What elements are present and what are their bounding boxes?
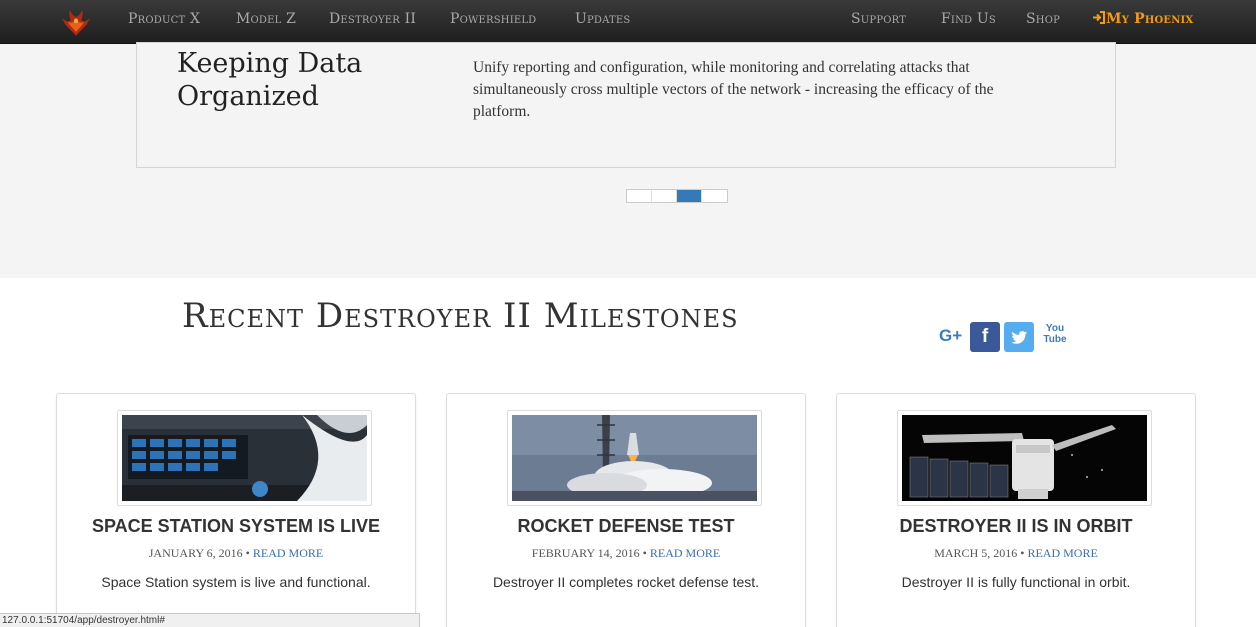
card-description: Destroyer II is fully functional in orbi…	[901, 574, 1131, 590]
nav-destroyer-ii[interactable]: Destroyer II	[329, 11, 416, 27]
space-station-interior-image[interactable]	[117, 410, 372, 506]
milestone-card-1: SPACE STATION SYSTEM IS LIVE JANUARY 6, …	[56, 393, 416, 627]
feature-slider-section: Keeping Data Organized Unify reporting a…	[0, 42, 1256, 278]
read-more-link[interactable]: READ MORE	[253, 546, 323, 560]
card-meta: JANUARY 6, 2016 • READ MORE	[148, 546, 324, 560]
milestone-card-2: ROCKET DEFENSE TEST FEBRUARY 14, 2016 • …	[446, 393, 806, 627]
nav-updates[interactable]: Updates	[575, 11, 630, 27]
youtube-icon[interactable]: You Tube	[1042, 323, 1068, 345]
phoenix-logo-icon[interactable]	[60, 8, 92, 38]
nav-my-phoenix[interactable]: My Phoenix	[1092, 11, 1193, 27]
top-navbar: Product X Model Z Destroyer II Powershie…	[0, 0, 1256, 44]
twitter-icon[interactable]	[1004, 322, 1034, 352]
card-date: FEBRUARY 14, 2016	[531, 546, 640, 560]
slider-indicator-3-active[interactable]	[677, 190, 702, 202]
card-date: JANUARY 6, 2016	[148, 546, 243, 560]
slide-title: Keeping Data Organized	[177, 48, 363, 112]
sign-in-icon	[1093, 11, 1105, 24]
card-description: Destroyer II completes rocket defense te…	[492, 574, 760, 590]
rocket-launch-image[interactable]	[507, 410, 762, 506]
slider-indicators	[626, 189, 728, 203]
card-title[interactable]: ROCKET DEFENSE TEST	[447, 516, 805, 537]
read-more-link[interactable]: READ MORE	[1027, 546, 1097, 560]
nav-shop[interactable]: Shop	[1026, 11, 1060, 27]
satellite-in-orbit-image[interactable]	[897, 410, 1152, 506]
slider-indicator-2[interactable]	[652, 190, 677, 202]
nav-support[interactable]: Support	[851, 11, 906, 27]
browser-status-bar: 127.0.0.1:51704/app/destroyer.html#	[0, 613, 420, 627]
nav-find-us[interactable]: Find Us	[941, 11, 996, 27]
card-description: Space Station system is live and functio…	[101, 574, 371, 590]
facebook-icon[interactable]: f	[970, 322, 1000, 352]
google-plus-icon[interactable]: G+	[939, 326, 962, 346]
nav-model-z[interactable]: Model Z	[236, 11, 296, 27]
milestones-heading: Recent Destroyer II Milestones	[182, 296, 739, 336]
slider-indicator-4[interactable]	[702, 190, 727, 202]
nav-product-x[interactable]: Product X	[128, 11, 200, 27]
card-meta: MARCH 5, 2016 • READ MORE	[934, 546, 1098, 560]
card-meta: FEBRUARY 14, 2016 • READ MORE	[531, 546, 721, 560]
card-title[interactable]: SPACE STATION SYSTEM IS LIVE	[57, 516, 415, 537]
feature-slide: Keeping Data Organized Unify reporting a…	[136, 42, 1116, 168]
card-date: MARCH 5, 2016	[934, 546, 1018, 560]
card-title[interactable]: DESTROYER II IS IN ORBIT	[837, 516, 1195, 537]
milestone-card-3: DESTROYER II IS IN ORBIT MARCH 5, 2016 •…	[836, 393, 1196, 627]
nav-my-phoenix-label: My Phoenix	[1106, 11, 1194, 27]
slider-indicator-1[interactable]	[627, 190, 652, 202]
slide-description: Unify reporting and configuration, while…	[473, 59, 994, 120]
read-more-link[interactable]: READ MORE	[650, 546, 720, 560]
nav-powershield[interactable]: Powershield	[450, 11, 536, 27]
